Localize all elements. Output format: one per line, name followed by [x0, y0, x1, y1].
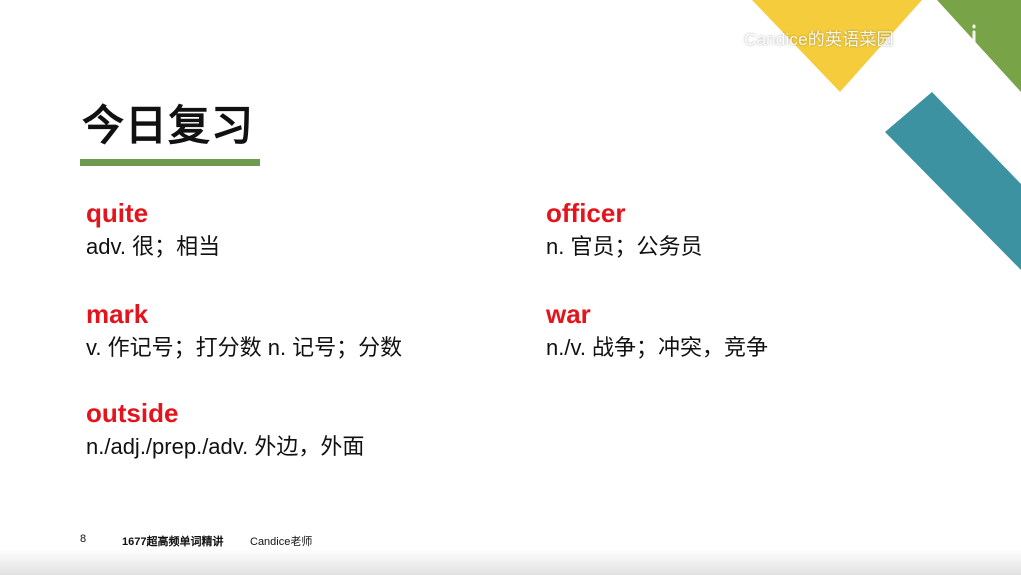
teacher-name: Candice老师 — [250, 536, 313, 548]
slide-footer: 8 1677超高频单词精讲 Candice老师 — [0, 533, 1021, 549]
teal-band-shape — [885, 92, 1021, 270]
title-underline — [80, 159, 260, 166]
page-number: 8 — [80, 533, 87, 545]
vocab-word: officer — [546, 198, 626, 228]
watermark: Candice的英语菜园 — [744, 22, 980, 52]
vocab-definition: adv. 很；相当 — [86, 234, 221, 259]
vocab-definition: n./adj./prep./adv. 外边，外面 — [86, 434, 365, 459]
page-title: 今日复习 — [82, 102, 255, 149]
vocab-entry-quite: quite adv. 很；相当 — [86, 198, 220, 262]
vocab-entry-war: war n./v. 战争；冲突，竞争 — [546, 299, 768, 363]
bottom-fade — [0, 549, 1021, 575]
vocab-entry-mark: mark v. 作记号；打分数 n. 记号；分数 — [86, 299, 402, 363]
bilibili-logo-icon — [904, 22, 976, 52]
vocab-definition: n./v. 战争；冲突，竞争 — [546, 335, 769, 360]
vocab-word: quite — [86, 198, 149, 228]
vocab-word: mark — [86, 299, 149, 329]
vocab-entry-outside: outside n./adj./prep./adv. 外边，外面 — [86, 398, 364, 462]
vocab-word: outside — [86, 398, 179, 428]
vocab-definition: v. 作记号；打分数 n. 记号；分数 — [86, 335, 403, 360]
watermark-text: Candice的英语菜园 — [744, 29, 894, 49]
course-name: 1677超高频单词精讲 — [122, 536, 224, 548]
slide: Candice的英语菜园 今日复习 quite adv. 很；相当 mark v… — [0, 0, 1021, 575]
decorative-shapes — [752, 0, 1021, 270]
vocab-definition: n. 官员；公务员 — [546, 234, 703, 259]
vocab-word: war — [546, 299, 591, 329]
vocab-entry-officer: officer n. 官员；公务员 — [546, 198, 702, 262]
